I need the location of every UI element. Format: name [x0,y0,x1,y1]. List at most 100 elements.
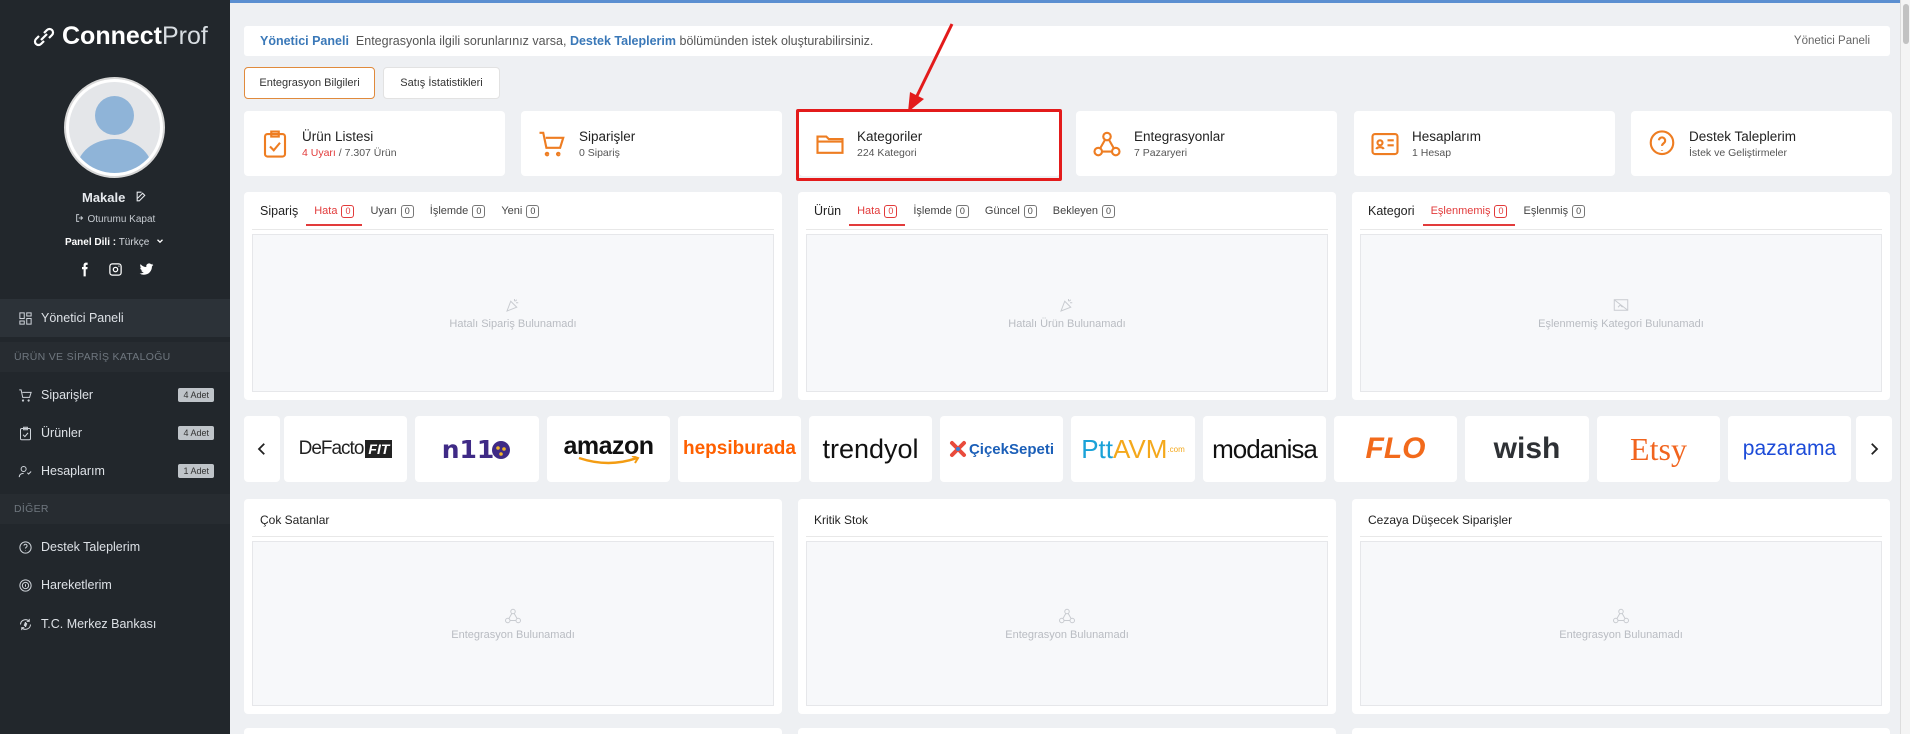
panel-best-sellers: Çok Satanlar Entegrasyon Bulunamadı [244,499,782,714]
tab-product-processing[interactable]: İşlemde 0 [905,204,977,226]
brand-hepsiburada[interactable]: hepsiburada [678,416,801,482]
card-accounts[interactable]: Hesaplarım 1 Hesap [1354,111,1615,176]
facebook-icon[interactable] [77,262,92,277]
fingerprint-icon [19,578,32,592]
panel-products: Ürün Hata 0 İşlemde 0 Güncel 0 Bekleyen 0 Ha… [798,192,1336,400]
id-card-icon [1371,132,1399,155]
brand-n11[interactable]: n11 [415,416,539,482]
instagram-icon[interactable] [108,262,123,277]
brand-defacto[interactable]: DeFacto FIT [284,416,407,482]
ciceksepeti-flower-icon [949,441,966,457]
nav-support[interactable]: Destek Taleplerim [0,528,230,566]
webhook-icon [1059,608,1075,623]
panel-title: Çok Satanlar [260,513,330,527]
brand-wish[interactable]: wish [1465,416,1589,482]
tab-unmatched[interactable]: Eşlenmemiş 0 [1422,204,1516,226]
panel-critical-stock: Kritik Stok Entegrasyon Bulunamadı [798,499,1336,714]
nav-central-bank[interactable]: T.C. Merkez Bankası [0,605,230,643]
brand-modanisa[interactable]: modanisa [1203,416,1326,482]
highlight-box [796,109,1062,181]
panel-orders: Sipariş Hata 0 Uyarı 0 İşlemde 0 Yeni 0 Hata… [244,192,782,400]
carousel-prev-button[interactable] [244,416,280,482]
help-icon [1649,129,1675,155]
carousel-next-button[interactable] [1856,416,1892,482]
party-icon [506,299,519,312]
nav-orders[interactable]: Siparişler 4 Adet [0,376,230,414]
panel-categories: Kategori Eşlenmemiş 0 Eşlenmiş 0 Eşlenmemi… [1352,192,1890,400]
nav-dashboard[interactable]: Yönetici Paneli [0,299,230,337]
tab-sales-stats[interactable]: Satış İstatistikleri [383,67,500,99]
logout-icon [75,214,83,222]
language-select[interactable]: Panel Dili : Türkçe [0,236,230,248]
user-name: Makale [0,190,230,205]
logo[interactable]: Connect Prof [32,22,208,51]
brand-ciceksepeti[interactable]: ÇiçekSepeti [940,416,1063,482]
support-link[interactable]: Destek Taleplerim [570,34,676,48]
breadcrumb: Yönetici Paneli Entegrasyonla ilgili sor… [244,26,1890,56]
cart-icon [539,131,565,156]
empty-state: Entegrasyon Bulunamadı [252,541,774,706]
brand-etsy[interactable]: Etsy [1597,416,1720,482]
brand-trendyol[interactable]: trendyol [809,416,932,482]
products-badge: 4 Adet [178,426,214,440]
n11-ladybug-icon [492,441,511,459]
webhook-icon [505,608,521,623]
empty-state: Hatalı Ürün Bulunamadı [806,234,1328,392]
amazon-smile-icon [578,456,639,465]
twitter-icon[interactable] [139,262,154,277]
tab-product-current[interactable]: Güncel 0 [977,204,1045,226]
card-product-list[interactable]: Ürün Listesi 4 Uyarı / 7.307 Ürün [244,111,505,176]
panel-title: Kritik Stok [814,513,869,527]
orders-badge: 4 Adet [178,388,214,402]
panel-categories-title: Kategori [1368,204,1415,218]
tab-order-processing[interactable]: İşlemde 0 [422,204,494,226]
image-off-icon [1613,299,1629,311]
nav-products[interactable]: Ürünler 4 Adet [0,414,230,452]
brand-flo[interactable]: FLO [1334,416,1457,482]
scrollbar[interactable] [1900,0,1910,734]
tab-order-new[interactable]: Yeni 0 [493,204,547,226]
card-integrations[interactable]: Entegrasyonlar 7 Pazaryeri [1076,111,1337,176]
tab-integration-info[interactable]: Entegrasyon Bilgileri [244,67,375,99]
empty-state: Entegrasyon Bulunamadı [1360,541,1882,706]
sidebar: Connect Prof Makale Oturumu Kapat Panel D… [0,0,230,734]
brand-pttavm[interactable]: Ptt AVM .com [1071,416,1195,482]
empty-state: Eşlenmemiş Kategori Bulunamadı [1360,234,1882,392]
logout-link[interactable]: Oturumu Kapat [0,213,230,225]
tab-order-warning[interactable]: Uyarı 0 [362,204,421,226]
users-icon [18,465,32,477]
panel-orders-title: Sipariş [260,204,299,218]
webhook-icon [1093,131,1121,156]
party-icon [1060,299,1073,312]
empty-state: Entegrasyon Bulunamadı [806,541,1328,706]
accounts-badge: 1 Adet [178,464,214,478]
dashboard-icon [19,311,32,325]
brand-pazarama[interactable]: pazarama [1728,416,1851,482]
section-other: DİĞER [14,503,49,515]
tab-product-error[interactable]: Hata 0 [849,204,906,226]
breadcrumb-title[interactable]: Yönetici Paneli [260,34,349,48]
brand-amazon[interactable]: amazon [547,416,670,482]
card-orders[interactable]: Siparişler 0 Sipariş [521,111,782,176]
annotation-arrow-icon [908,23,954,112]
panel-penalty-orders: Cezaya Düşecek Siparişler Entegrasyon Bu… [1352,499,1890,714]
currency-exchange-icon [20,618,31,630]
nav-accounts[interactable]: Hesaplarım 1 Adet [0,452,230,490]
chevron-right-icon [1871,443,1879,455]
social-links [0,262,230,277]
card-support[interactable]: Destek Taleplerim İstek ve Geliştirmeler [1631,111,1892,176]
clipboard-icon [263,129,287,158]
cart-icon [19,388,32,402]
edit-icon[interactable] [135,190,148,203]
tab-order-error[interactable]: Hata 0 [306,204,363,226]
empty-state: Hatalı Sipariş Bulunamadı [252,234,774,392]
breadcrumb-right[interactable]: Yönetici Paneli [1794,35,1870,47]
clipboard-check-icon [20,426,31,440]
tab-matched[interactable]: Eşlenmiş 0 [1515,204,1593,226]
chevron-left-icon [257,443,265,455]
tab-product-pending[interactable]: Bekleyen 0 [1045,204,1123,226]
top-accent-line [230,0,1910,3]
nav-activity[interactable]: Hareketlerim [0,566,230,604]
avatar[interactable] [64,77,165,178]
help-circle-icon [19,540,32,554]
